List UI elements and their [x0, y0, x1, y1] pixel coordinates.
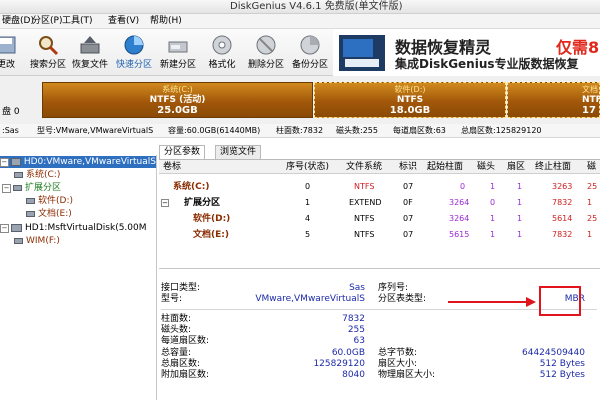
format-icon: [210, 33, 234, 57]
tree-node-extended[interactable]: − 扩展分区: [2, 182, 61, 194]
toolbar-new-partition-button[interactable]: 新建分区: [158, 31, 198, 73]
partition-table: 卷标 序号(状态) 文件系统 标识 起始柱面 磁头 扇区 终止柱面 磁 系统(C…: [159, 159, 600, 261]
partition-block-c[interactable]: 系统(C:) NTFS (活动) 25.0GB: [42, 82, 313, 118]
disk-info-bar: :Sas 型号:VMware,VMwareVirtualS 容量:60.0GB(…: [0, 124, 600, 138]
tree-node-docs-e[interactable]: 文档(E:): [26, 208, 72, 220]
collapse-icon[interactable]: −: [0, 223, 9, 233]
recover-file-icon: [78, 33, 102, 57]
toolbar-format-button[interactable]: 格式化: [202, 31, 242, 73]
quick-partition-icon: [122, 33, 146, 57]
menu-partition[interactable]: 分区(P): [32, 15, 62, 28]
partition-icon: [26, 198, 35, 204]
table-row[interactable]: − 扩展分区 1 EXTEND 0F 3264 0 1 7832 1: [159, 195, 600, 211]
collapse-icon[interactable]: −: [2, 183, 11, 193]
ad-subline: 集成DiskGenius专业版数据恢复: [395, 57, 579, 71]
search-icon: [36, 33, 60, 57]
disk-tree: − HD0:VMware,VMwareVirtualS 系统(C:) − 扩展分…: [0, 155, 157, 400]
partition-icon: [13, 185, 22, 191]
title-bar: DiskGenius V4.6.1 免费版(单文件版): [0, 0, 600, 14]
new-partition-icon: [166, 33, 190, 57]
menu-view[interactable]: 查看(V): [108, 15, 139, 28]
tree-node-software-d[interactable]: 软件(D:): [26, 195, 73, 207]
toolbar-save-button[interactable]: 更改: [0, 31, 26, 73]
toolbar-quick-partition-button[interactable]: 快速分区: [114, 31, 154, 73]
disk-number-label: 盘 0: [2, 107, 20, 117]
tree-node-hd0[interactable]: − HD0:VMware,VMwareVirtualS: [0, 156, 156, 168]
partition-icon: [26, 211, 35, 217]
window-title: DiskGenius V4.6.1 免费版(单文件版): [230, 1, 403, 12]
disk-icon: [10, 158, 21, 166]
toolbar-recover-file-button[interactable]: 恢复文件: [70, 31, 110, 73]
divider: [161, 309, 597, 310]
table-header: 卷标 序号(状态) 文件系统 标识 起始柱面 磁头 扇区 终止柱面 磁: [159, 160, 600, 174]
toolbar-search-partition-button[interactable]: 搜索分区: [28, 31, 68, 73]
tab-browse-files[interactable]: 浏览文件: [215, 145, 262, 159]
table-row[interactable]: 系统(C:) 0 NTFS 07 0 1 1 3263 25: [159, 179, 600, 195]
collapse-icon[interactable]: −: [161, 199, 169, 207]
ad-banner[interactable]: 数据恢复精灵 仅需8 集成DiskGenius专业版数据恢复: [333, 29, 600, 76]
collapse-icon[interactable]: −: [0, 157, 9, 167]
table-row[interactable]: 软件(D:) 4 NTFS 07 3264 1 1 5614 25: [159, 211, 600, 227]
tree-node-wim-f[interactable]: WIM(F:): [14, 235, 60, 247]
table-row[interactable]: 文档(E:) 5 NTFS 07 5615 1 1 7832 1: [159, 227, 600, 243]
annotation-arrow: [448, 297, 536, 307]
partition-block-e[interactable]: 文档 NTF 17: [507, 82, 600, 118]
partition-icon: [14, 238, 23, 244]
tree-node-hd1[interactable]: − HD1:MsftVirtualDisk(5.00M: [0, 222, 147, 234]
menu-disk[interactable]: 硬盘(D): [2, 15, 34, 28]
partition-icon: [14, 172, 23, 178]
disk-details-panel: 接口类型: Sas 型号: VMware,VMwareVirtualS 序列号:…: [159, 268, 600, 400]
menu-bar: 硬盘(D) 分区(P) 工具(T) 查看(V) 帮助(H): [0, 14, 600, 29]
recovery-box-icon: [339, 35, 385, 71]
menu-help[interactable]: 帮助(H): [150, 15, 182, 28]
toolbar-delete-partition-button[interactable]: 删除分区: [246, 31, 286, 73]
tree-node-system-c[interactable]: 系统(C:): [14, 169, 60, 181]
disk-map: 盘 0 系统(C:) NTFS (活动) 25.0GB 软件(D:) NTFS …: [0, 76, 600, 124]
toolbar-backup-partition-button[interactable]: 备份分区: [290, 31, 330, 73]
menu-tools[interactable]: 工具(T): [62, 15, 93, 28]
partition-block-d[interactable]: 软件(D:) NTFS 18.0GB: [314, 82, 506, 118]
tab-partition-params[interactable]: 分区参数: [159, 145, 206, 159]
annotation-highlight-box: [539, 286, 581, 316]
disk-icon: [11, 224, 22, 232]
save-icon: [0, 33, 18, 57]
delete-partition-icon: [254, 33, 278, 57]
backup-partition-icon: [298, 33, 322, 57]
